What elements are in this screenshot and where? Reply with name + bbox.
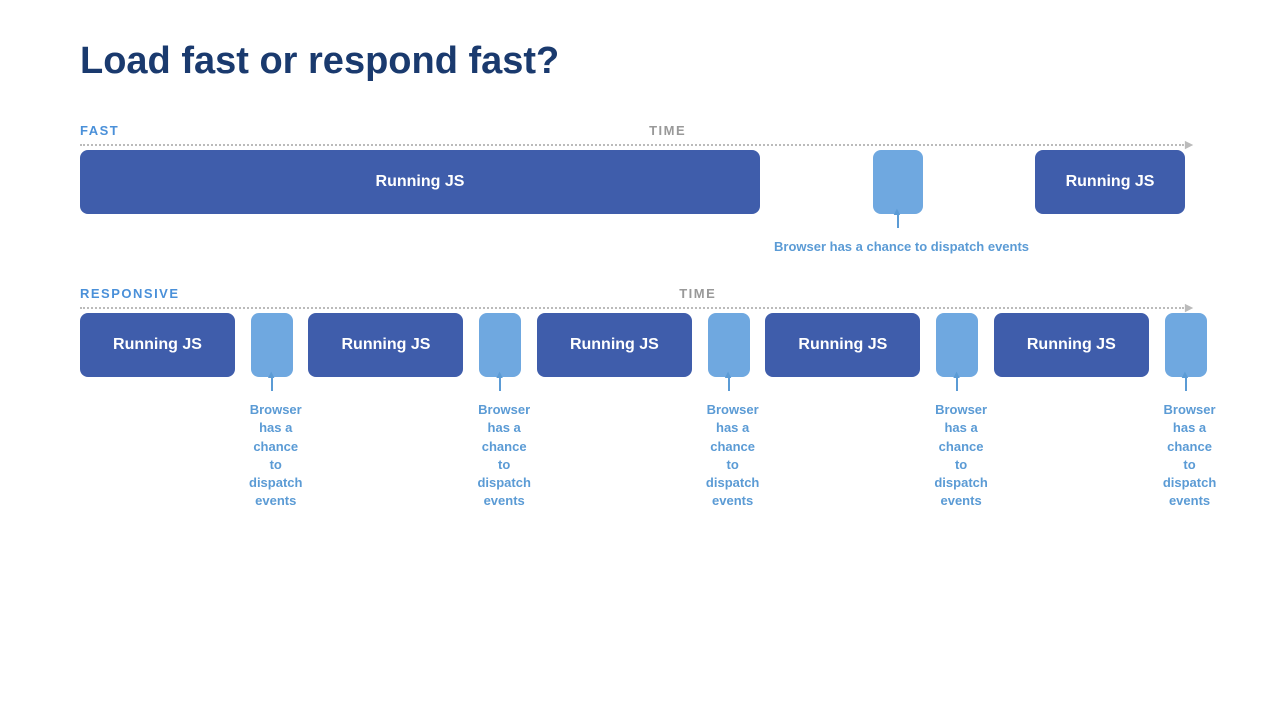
resp-js-3-container: Running JS [537,313,692,377]
fast-gap-block-container: Browser has a chance to dispatch events [766,150,1029,256]
fast-time-label: TIME [649,123,686,138]
fast-gap-annotation: Browser has a chance to dispatch events [766,238,1029,256]
resp-gap-5-annotation: Browser has a chance to dispatch events [1155,401,1216,510]
resp-gap-1-container: Browser has a chance to dispatch events [241,313,302,510]
resp-gap-5-container: Browser has a chance to dispatch events [1155,313,1216,510]
resp-gap-1-arrow [271,377,273,391]
responsive-section: RESPONSIVE TIME Running JS Browser has a… [80,286,1196,510]
resp-gap-2-arrow [499,377,501,391]
resp-gap-3-container: Browser has a chance to dispatch events [698,313,759,510]
resp-gap-4-arrow [956,377,958,391]
resp-gap-4-annotation: Browser has a chance to dispatch events [926,401,987,510]
resp-gap-4-container: Browser has a chance to dispatch events [926,313,987,510]
resp-js-2: Running JS [308,313,463,377]
resp-gap-5 [1165,313,1207,377]
fast-timeline-arrow [80,144,1196,146]
resp-gap-2 [479,313,521,377]
resp-js-3: Running JS [537,313,692,377]
resp-js-1-container: Running JS [80,313,235,377]
resp-gap-3 [708,313,750,377]
fast-gap-annotation-arrow [897,214,899,228]
resp-gap-1-annotation: Browser has a chance to dispatch events [241,401,302,510]
fast-blocks-row: Running JS Browser has a chance to dispa… [80,150,1196,256]
resp-js-1: Running JS [80,313,235,377]
resp-gap-2-annotation: Browser has a chance to dispatch events [469,401,530,510]
responsive-time-label: TIME [679,286,716,301]
resp-js-2-container: Running JS [308,313,463,377]
fast-gap-block [873,150,923,214]
fast-js-block-2-container: Running JS [1035,150,1185,214]
responsive-blocks-row: Running JS Browser has a chance to dispa… [80,313,1196,510]
resp-js-4-container: Running JS [765,313,920,377]
fast-js-block-2: Running JS [1035,150,1185,214]
resp-gap-3-arrow [728,377,730,391]
resp-gap-4 [936,313,978,377]
page-title: Load fast or respond fast? [80,40,1196,83]
resp-js-4: Running JS [765,313,920,377]
resp-js-5: Running JS [994,313,1149,377]
resp-js-5-container: Running JS [994,313,1149,377]
responsive-label: RESPONSIVE [80,286,180,301]
fast-js-block-1: Running JS [80,150,760,214]
resp-gap-3-annotation: Browser has a chance to dispatch events [698,401,759,510]
fast-label: FAST [80,123,119,138]
resp-gap-5-arrow [1185,377,1187,391]
fast-js-block-1-container: Running JS [80,150,760,214]
resp-gap-1 [251,313,293,377]
responsive-timeline-arrow [80,307,1196,309]
fast-section: FAST TIME Running JS Browser has a chanc… [80,123,1196,256]
resp-gap-2-container: Browser has a chance to dispatch events [469,313,530,510]
